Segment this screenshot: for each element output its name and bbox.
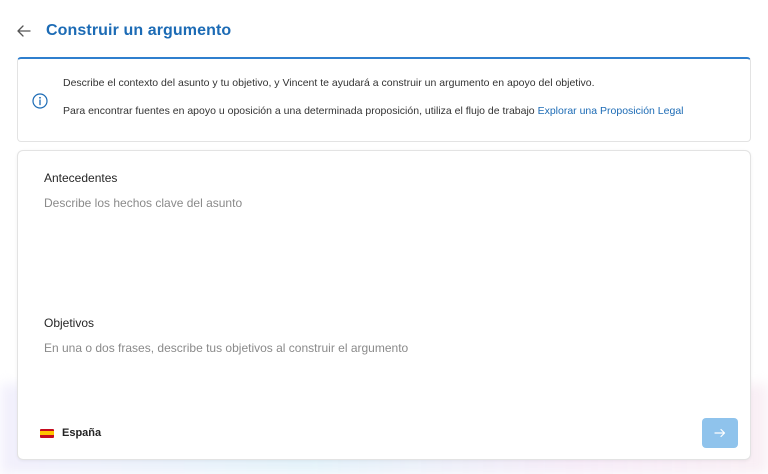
objectives-label: Objetivos	[44, 316, 95, 330]
page-title: Construir un argumento	[46, 22, 232, 39]
back-button[interactable]	[14, 19, 34, 43]
explore-proposition-link[interactable]: Explorar una Proposición Legal	[538, 105, 684, 117]
background-input[interactable]	[44, 196, 724, 296]
country-label: España	[62, 427, 102, 439]
country-selector[interactable]: España	[40, 427, 101, 439]
info-text-line2: Para encontrar fuentes en apoyo u oposic…	[63, 105, 684, 117]
info-text-line1: Describe el contexto del asunto y tu obj…	[63, 77, 595, 89]
header: Construir un argumento	[14, 18, 231, 44]
arrow-right-icon	[714, 428, 726, 438]
submit-button[interactable]	[702, 418, 738, 448]
objectives-input[interactable]	[44, 341, 724, 381]
spain-flag-icon	[40, 428, 54, 438]
background-label: Antecedentes	[44, 171, 118, 185]
info-icon	[32, 93, 48, 109]
page: Construir un argumento Describe el conte…	[0, 0, 768, 474]
info-text-line2-prefix: Para encontrar fuentes en apoyo u oposic…	[63, 105, 538, 117]
info-banner: Describe el contexto del asunto y tu obj…	[17, 57, 751, 142]
argument-form: Antecedentes Objetivos España	[17, 150, 751, 460]
arrow-left-icon	[17, 25, 31, 37]
